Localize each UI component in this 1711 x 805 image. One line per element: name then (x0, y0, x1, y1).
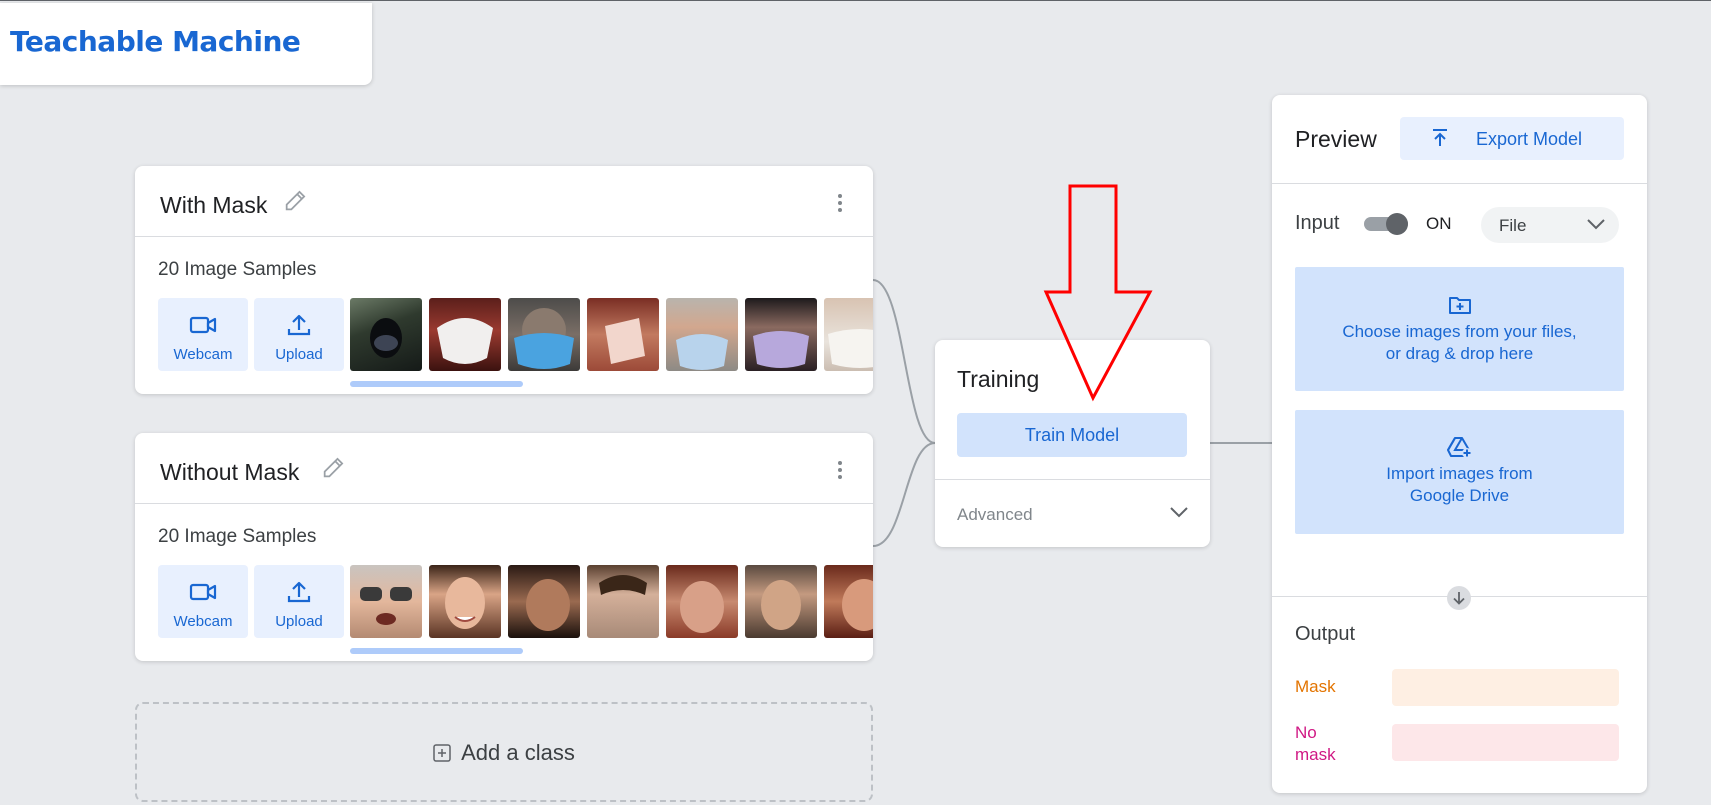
more-options-icon[interactable] (837, 194, 843, 216)
preview-panel: Preview Export Model Input ON File Choos… (1272, 95, 1647, 793)
sample-thumbnail[interactable] (429, 565, 501, 638)
sample-thumbnail[interactable] (350, 298, 422, 371)
upload-label: Upload (275, 346, 323, 363)
app-logo[interactable]: Teachable Machine (10, 25, 301, 58)
chevron-down-icon (1587, 219, 1605, 230)
upload-button[interactable]: Upload (254, 565, 344, 638)
sample-thumbnail[interactable] (508, 298, 580, 371)
sample-thumbnail[interactable] (745, 298, 817, 371)
divider (935, 479, 1210, 480)
annotation-arrow-icon (1043, 184, 1153, 402)
drive-import-line2: Google Drive (1409, 486, 1510, 505)
confidence-bar-no-mask (1392, 724, 1619, 761)
sample-thumbnail[interactable] (587, 565, 659, 638)
toggle-state-label: ON (1426, 214, 1452, 233)
video-camera-icon (189, 583, 217, 601)
samples-scrollbar[interactable] (350, 648, 523, 654)
google-drive-add-icon (1446, 437, 1472, 458)
sample-thumbnail[interactable] (745, 565, 817, 638)
export-upload-icon (1433, 129, 1447, 146)
class-card-header: With Mask (135, 166, 873, 237)
choose-files-line1: Choose images from your files, (1342, 322, 1577, 341)
preview-title: Preview (1295, 126, 1377, 152)
google-drive-import[interactable]: Import images from Google Drive (1295, 410, 1624, 534)
more-options-icon[interactable] (837, 461, 843, 483)
output-label: Output (1295, 623, 1356, 645)
output-class-mask: Mask (1295, 677, 1336, 696)
chevron-down-icon[interactable] (1168, 504, 1190, 520)
arrow-down-icon (1447, 586, 1471, 610)
input-label: Input (1295, 212, 1340, 234)
add-class-label: Add a class (461, 740, 575, 765)
upload-icon (287, 581, 311, 603)
sample-thumbnail[interactable] (429, 298, 501, 371)
sample-thumbnail[interactable] (587, 298, 659, 371)
samples-count: 20 Image Samples (158, 526, 317, 547)
edit-name-pencil-icon[interactable] (320, 453, 348, 481)
edit-name-pencil-icon[interactable] (282, 186, 310, 214)
choose-files-dropzone[interactable]: Choose images from your files, or drag &… (1295, 267, 1624, 391)
export-model-button[interactable]: Export Model (1400, 117, 1624, 160)
input-toggle[interactable] (1364, 213, 1410, 235)
webcam-button[interactable]: Webcam (158, 298, 248, 371)
connector-with-mask (872, 279, 936, 444)
sample-thumbnail[interactable] (666, 298, 738, 371)
output-class-no-mask: No mask (1295, 722, 1336, 766)
video-camera-icon (189, 316, 217, 334)
window-top-border (0, 0, 1711, 1)
webcam-button[interactable]: Webcam (158, 565, 248, 638)
sample-thumbnail[interactable] (824, 298, 873, 371)
input-source-value: File (1499, 216, 1527, 235)
upload-label: Upload (275, 613, 323, 630)
advanced-toggle[interactable]: Advanced (957, 505, 1033, 525)
class-name[interactable]: Without Mask (160, 459, 299, 486)
folder-add-icon (1448, 297, 1471, 314)
sample-thumbnail[interactable] (666, 565, 738, 638)
drive-import-line1: Import images from (1386, 464, 1533, 483)
train-model-button[interactable]: Train Model (957, 413, 1187, 457)
input-source-select[interactable]: File (1481, 207, 1619, 243)
samples-scrollbar[interactable] (350, 381, 523, 387)
class-card-with-mask: With Mask 20 Image Samples Webcam Upload (135, 166, 873, 394)
connector-without-mask (872, 442, 936, 547)
export-model-label: Export Model (1476, 129, 1583, 149)
class-card-without-mask: Without Mask 20 Image Samples Webcam Upl… (135, 433, 873, 661)
divider (1272, 183, 1647, 184)
add-box-icon (433, 744, 451, 762)
output-class-no-mask-line2: mask (1295, 745, 1336, 764)
add-class-button[interactable]: Add a class (135, 702, 873, 802)
upload-icon (287, 314, 311, 336)
upload-button[interactable]: Upload (254, 298, 344, 371)
class-card-header: Without Mask (135, 433, 873, 504)
sample-thumbnail[interactable] (824, 565, 873, 638)
output-class-no-mask-line1: No (1295, 723, 1317, 742)
sample-thumbnail[interactable] (350, 565, 422, 638)
class-name[interactable]: With Mask (160, 192, 267, 219)
sample-thumbnail[interactable] (508, 565, 580, 638)
training-title: Training (957, 366, 1040, 392)
confidence-bar-mask (1392, 669, 1619, 706)
choose-files-line2: or drag & drop here (1385, 344, 1534, 363)
webcam-label: Webcam (173, 613, 233, 630)
samples-count: 20 Image Samples (158, 259, 317, 280)
app-header: Teachable Machine (0, 3, 372, 85)
webcam-label: Webcam (173, 346, 233, 363)
